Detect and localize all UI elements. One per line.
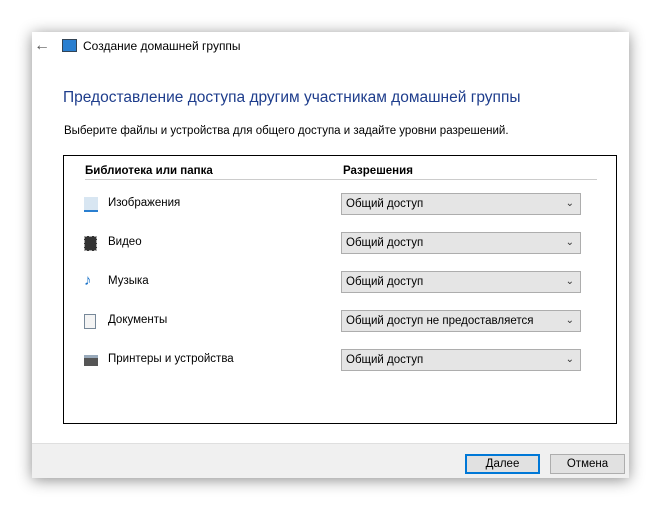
page-description: Выберите файлы и устройства для общего д… — [64, 125, 509, 137]
row-label: Музыка — [108, 275, 149, 287]
chevron-down-icon: ⌄ — [565, 354, 574, 365]
row-label: Принтеры и устройства — [108, 353, 234, 365]
row-label: Видео — [108, 236, 142, 248]
video-icon — [84, 236, 97, 251]
sharing-table: Библиотека или папка Разрешения Изображе… — [63, 155, 617, 424]
dialog-footer: Далее Отмена — [32, 443, 629, 478]
pictures-icon — [84, 197, 98, 212]
printer-icon — [84, 355, 98, 366]
documents-icon — [84, 314, 96, 329]
cancel-button[interactable]: Отмена — [550, 454, 625, 474]
permission-dropdown[interactable]: Общий доступ ⌄ — [341, 232, 581, 254]
chevron-down-icon: ⌄ — [565, 276, 574, 287]
table-row: Видео Общий доступ ⌄ — [64, 232, 616, 254]
table-row: ♪ Музыка Общий доступ ⌄ — [64, 271, 616, 293]
homegroup-dialog: ← Создание домашней группы Предоставлени… — [32, 32, 629, 478]
table-row: Изображения Общий доступ ⌄ — [64, 193, 616, 215]
column-header-library: Библиотека или папка — [85, 165, 213, 177]
header-divider — [85, 179, 597, 180]
table-row: Документы Общий доступ не предоставляетс… — [64, 310, 616, 332]
next-button[interactable]: Далее — [465, 454, 540, 474]
page-heading: Предоставление доступа другим участникам… — [63, 89, 521, 106]
permission-dropdown[interactable]: Общий доступ ⌄ — [341, 349, 581, 371]
chevron-down-icon: ⌄ — [565, 237, 574, 248]
homegroup-icon — [62, 39, 77, 52]
window-title: Создание домашней группы — [83, 39, 241, 53]
row-label: Изображения — [108, 197, 181, 209]
back-arrow-icon[interactable]: ← — [34, 37, 50, 55]
column-header-permissions: Разрешения — [343, 165, 413, 177]
chevron-down-icon: ⌄ — [565, 198, 574, 209]
table-row: Принтеры и устройства Общий доступ ⌄ — [64, 349, 616, 371]
row-label: Документы — [108, 314, 168, 326]
permission-dropdown[interactable]: Общий доступ ⌄ — [341, 193, 581, 215]
chevron-down-icon: ⌄ — [565, 315, 574, 326]
permission-dropdown[interactable]: Общий доступ ⌄ — [341, 271, 581, 293]
music-icon: ♪ — [84, 272, 92, 289]
permission-dropdown[interactable]: Общий доступ не предоставляется ⌄ — [341, 310, 581, 332]
